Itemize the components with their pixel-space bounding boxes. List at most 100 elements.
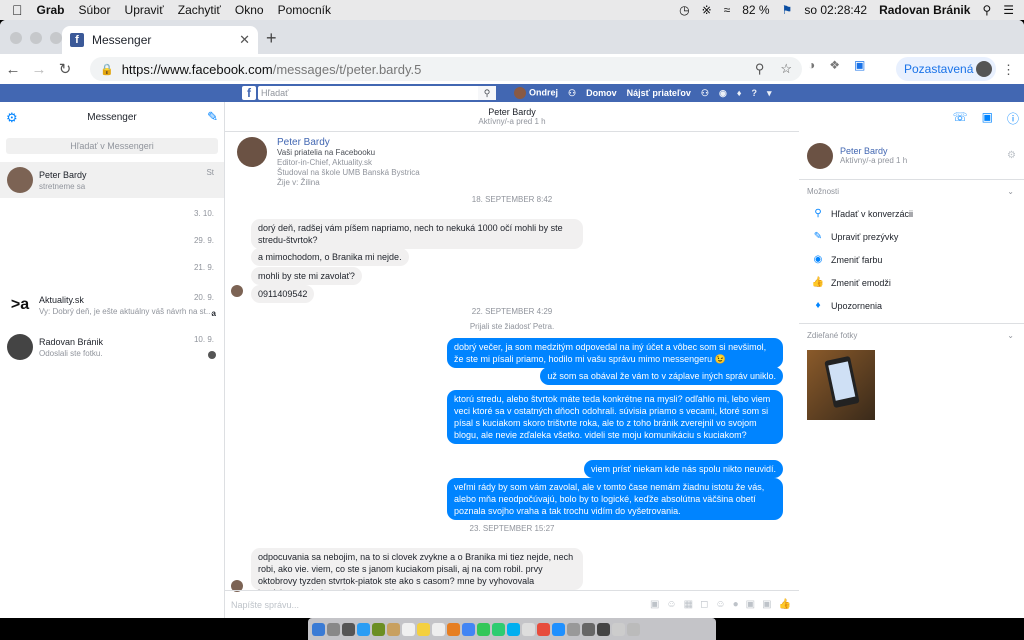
launchpad-icon[interactable]: [327, 622, 340, 636]
bookmark-extension-icon[interactable]: ▣: [854, 58, 865, 72]
options-section-header[interactable]: Možnosti ⌄: [799, 180, 1024, 202]
phone-call-icon[interactable]: ☏: [953, 110, 968, 127]
thread-row[interactable]: 21. 9.: [0, 252, 224, 279]
game-icon[interactable]: ▣: [746, 599, 755, 610]
attachment-icon[interactable]: ▣: [650, 599, 659, 610]
message-input[interactable]: Napíšte správu... ▣ ☺ ▦ ◻ ☺ ● ▣ ▣ 👍: [225, 590, 799, 618]
message-outgoing[interactable]: už som sa obával že vám to v záplave iný…: [540, 367, 783, 385]
thread-aktuality[interactable]: >a Aktuality.sk Vy: Dobrý deň, je ešte a…: [0, 287, 224, 323]
tab-messenger[interactable]: f Messenger ✕: [62, 26, 258, 54]
clock[interactable]: so 02:28:42: [804, 3, 867, 17]
message-incoming[interactable]: odpocuvania sa nebojim, na to si clovek …: [251, 548, 583, 590]
new-message-icon[interactable]: ✎: [207, 109, 218, 125]
minimize-window-button[interactable]: [30, 32, 42, 44]
avatar[interactable]: [237, 137, 267, 167]
user-name[interactable]: Radovan Bránik: [879, 3, 970, 17]
lock-icon[interactable]: 🔒: [100, 63, 114, 76]
conversation-name[interactable]: Peter Bardy: [225, 107, 799, 117]
close-tab-icon[interactable]: ✕: [239, 32, 250, 48]
nav-profile[interactable]: Ondrej: [514, 87, 558, 99]
time-machine-icon[interactable]: ◷: [679, 3, 689, 17]
menu-capture[interactable]: Zachytiť: [178, 3, 221, 17]
option-change-emoji[interactable]: 👍 Zmeniť emodži: [799, 271, 1024, 294]
microphone-icon[interactable]: ●: [733, 599, 739, 610]
zoom-window-button[interactable]: [50, 32, 62, 44]
notes-icon[interactable]: [417, 622, 430, 636]
message-incoming[interactable]: a mimochodom, o Branika mi nejde.: [251, 248, 409, 266]
spotlight-icon[interactable]: ⚲: [982, 3, 991, 17]
thread-peter-bardy[interactable]: Peter Bardy stretneme sa St: [0, 162, 224, 198]
thread-radovan-branik[interactable]: Radovan Bránik Odoslali ste fotku. 10. 9…: [0, 329, 224, 365]
notification-center-icon[interactable]: ☰: [1003, 3, 1014, 17]
photos-icon[interactable]: [447, 622, 460, 636]
forward-button[interactable]: →: [26, 61, 52, 78]
trash-icon[interactable]: [627, 622, 640, 636]
zoom-icon[interactable]: ⚲: [755, 61, 765, 77]
battery-percent[interactable]: 82 %: [742, 3, 769, 17]
app-icon[interactable]: [372, 622, 385, 636]
thumbs-up-icon[interactable]: 👍: [779, 599, 791, 610]
video-call-icon[interactable]: ▣: [982, 110, 993, 127]
profile-paused-button[interactable]: Pozastavená: [896, 57, 996, 81]
reload-button[interactable]: ↻: [52, 60, 78, 78]
skype-icon[interactable]: [507, 622, 520, 636]
messages-icon[interactable]: [477, 622, 490, 636]
menu-app-name[interactable]: Grab: [37, 3, 65, 17]
dropbox-icon[interactable]: ❖: [829, 58, 840, 72]
close-window-button[interactable]: [10, 32, 22, 44]
message-incoming[interactable]: dorý deň, radšej vám píšem napriamo, nec…: [251, 219, 583, 249]
option-change-color[interactable]: ◉ Zmeniť farbu: [799, 248, 1024, 271]
bluetooth-icon[interactable]: ※: [702, 3, 712, 17]
facetime-icon[interactable]: [492, 622, 505, 636]
sticker-icon[interactable]: ☺: [666, 599, 676, 610]
wifi-icon[interactable]: ≈: [724, 3, 731, 17]
emoji-icon[interactable]: ☺: [715, 599, 725, 610]
profile-name[interactable]: Peter Bardy: [277, 137, 420, 148]
settings-gear-icon[interactable]: ⚙: [6, 110, 18, 126]
contacts-icon[interactable]: [387, 622, 400, 636]
app-icon[interactable]: [522, 622, 535, 636]
friends-icon[interactable]: ⚇: [701, 88, 709, 99]
app-icon[interactable]: [597, 622, 610, 636]
search-icon[interactable]: ⚲: [478, 86, 496, 100]
camera-icon[interactable]: ▣: [762, 599, 771, 610]
message-outgoing[interactable]: viem prísť niekam kde nás spolu nikto ne…: [584, 460, 783, 478]
chrome-icon[interactable]: [462, 622, 475, 636]
music-icon[interactable]: [537, 622, 550, 636]
menu-help[interactable]: Pomocník: [278, 3, 331, 17]
payment-icon[interactable]: ◻: [700, 599, 708, 610]
shared-photo[interactable]: [807, 350, 875, 420]
safari-icon[interactable]: [357, 622, 370, 636]
menu-file[interactable]: Súbor: [79, 3, 111, 17]
avatar[interactable]: [807, 142, 833, 169]
facebook-logo-icon[interactable]: f: [242, 86, 256, 100]
nav-home[interactable]: Domov: [586, 88, 617, 98]
flag-icon[interactable]: ⚑: [782, 3, 793, 17]
document-icon[interactable]: [612, 622, 625, 636]
account-menu-icon[interactable]: ▾: [767, 88, 772, 99]
messenger-icon[interactable]: ◉: [719, 88, 727, 99]
thread-row[interactable]: 3. 10.: [0, 198, 224, 225]
message-outgoing[interactable]: ktorú stredu, alebo štvrtok máte teda ko…: [447, 390, 783, 444]
notifications-icon[interactable]: ♦: [737, 88, 742, 98]
messenger-search-input[interactable]: Hľadať v Messengeri: [6, 138, 218, 154]
message-outgoing[interactable]: dobrý večer, ja som medzitým odpovedal n…: [447, 338, 783, 368]
settings-gear-icon[interactable]: ⚙: [1007, 150, 1016, 161]
gif-icon[interactable]: ▦: [684, 599, 693, 610]
option-edit-nicknames[interactable]: ✎ Upraviť prezývky: [799, 225, 1024, 248]
bookmark-star-icon[interactable]: ☆: [780, 61, 792, 77]
message-incoming[interactable]: 0911409542: [251, 285, 315, 303]
apple-icon[interactable]: : [12, 2, 23, 18]
calendar-icon[interactable]: [402, 622, 415, 636]
facebook-search-input[interactable]: Hľadať ⚲: [258, 86, 496, 100]
back-button[interactable]: ←: [0, 61, 26, 78]
friend-requests-icon[interactable]: ⚇: [568, 88, 576, 99]
extension-icon[interactable]: ◑: [808, 58, 815, 72]
info-icon[interactable]: ⓘ: [1007, 110, 1019, 127]
url-field[interactable]: 🔒 https://www.facebook.com/messages/t/pe…: [90, 57, 802, 81]
nav-find-friends[interactable]: Nájsť priateľov: [627, 88, 691, 98]
message-incoming[interactable]: mohli by ste mi zavolať?: [251, 267, 362, 285]
new-tab-button[interactable]: +: [266, 28, 277, 49]
chrome-menu-icon[interactable]: ⋮: [1002, 62, 1015, 78]
reminders-icon[interactable]: [432, 622, 445, 636]
